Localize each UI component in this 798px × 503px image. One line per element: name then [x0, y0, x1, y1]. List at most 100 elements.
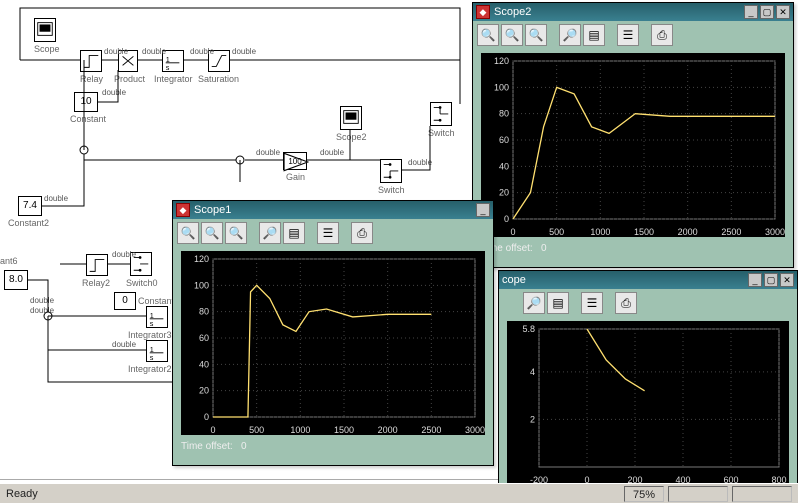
- relay-label: Relay: [80, 74, 103, 84]
- wire-label: double: [142, 47, 166, 56]
- zoom-x-icon[interactable]: 🔍: [501, 24, 523, 46]
- svg-text:3000: 3000: [465, 425, 485, 435]
- constant2-block[interactable]: 7.4: [18, 196, 42, 216]
- autoscale-icon[interactable]: 🔎: [259, 222, 281, 244]
- integrator2-block[interactable]: 1s: [146, 340, 168, 362]
- svg-text:120: 120: [194, 254, 209, 264]
- scope-toolbar: 🔎 ▤ ☰ ⎙: [499, 289, 797, 317]
- svg-text:2500: 2500: [421, 425, 441, 435]
- parameters-icon[interactable]: ▤: [547, 292, 569, 314]
- switch2-label: Switch: [378, 185, 405, 195]
- maximize-button[interactable]: ▢: [760, 5, 774, 19]
- scope-toolbar: 🔍 🔍 🔍 🔎 ▤ ☰ ⎙: [473, 21, 793, 49]
- settings-icon[interactable]: ☰: [617, 24, 639, 46]
- wire-label: double: [44, 194, 68, 203]
- settings-icon[interactable]: ☰: [581, 292, 603, 314]
- wire-label: double: [232, 47, 256, 56]
- titlebar[interactable]: ◆ Scope1 _: [173, 201, 493, 219]
- maximize-button[interactable]: ▢: [764, 273, 778, 287]
- svg-text:0: 0: [510, 227, 515, 237]
- wire-label: double: [408, 158, 432, 167]
- switch-block[interactable]: [430, 102, 452, 126]
- zoom-x-icon[interactable]: 🔍: [201, 222, 223, 244]
- scope-block[interactable]: [34, 18, 56, 42]
- svg-text:1000: 1000: [590, 227, 610, 237]
- parameters-icon[interactable]: ▤: [583, 24, 605, 46]
- title-text: cope: [502, 274, 526, 286]
- svg-text:1500: 1500: [634, 227, 654, 237]
- relay2-label: Relay2: [82, 278, 110, 288]
- minimize-button[interactable]: _: [476, 203, 490, 217]
- wire-label: double: [190, 47, 214, 56]
- minimize-button[interactable]: _: [744, 5, 758, 19]
- svg-text:500: 500: [549, 227, 564, 237]
- constant6-block[interactable]: 8.0: [4, 270, 28, 290]
- relay-block[interactable]: [80, 50, 102, 72]
- svg-text:0: 0: [204, 412, 209, 422]
- autoscale-icon[interactable]: 🔎: [523, 292, 545, 314]
- constant-block[interactable]: 10: [74, 92, 98, 112]
- time-offset-label: Time offset:: [181, 441, 233, 452]
- scope-toolbar: 🔍 🔍 🔍 🔎 ▤ ☰ ⎙: [173, 219, 493, 247]
- switch-label: Switch: [428, 128, 455, 138]
- integrator3-block[interactable]: 1s: [146, 306, 168, 328]
- close-button[interactable]: ✕: [780, 273, 794, 287]
- plot-area[interactable]: 050010001500200025003000020406080100120: [481, 53, 785, 237]
- title-text: Scope2: [494, 6, 531, 18]
- svg-text:s: s: [150, 353, 154, 361]
- zoom-icon[interactable]: 🔍: [177, 222, 199, 244]
- scope2-label: Scope2: [336, 132, 367, 142]
- gain-block[interactable]: 100: [283, 152, 307, 170]
- integrator3-label: Integrator3: [128, 330, 172, 340]
- zoom-y-icon[interactable]: 🔍: [225, 222, 247, 244]
- svg-text:2: 2: [530, 414, 535, 424]
- plot-area[interactable]: 050010001500200025003000020406080100120: [181, 251, 485, 435]
- zoom-y-icon[interactable]: 🔍: [525, 24, 547, 46]
- titlebar[interactable]: ◆ Scope2 _ ▢ ✕: [473, 3, 793, 21]
- svg-text:60: 60: [499, 135, 509, 145]
- titlebar[interactable]: cope _ ▢ ✕: [499, 271, 797, 289]
- svg-text:5.8: 5.8: [522, 324, 535, 334]
- wire-label: double: [320, 148, 344, 157]
- svg-text:3000: 3000: [765, 227, 785, 237]
- print-icon[interactable]: ⎙: [351, 222, 373, 244]
- switch0-label: Switch0: [126, 278, 158, 288]
- product-label: Product: [114, 74, 145, 84]
- print-icon[interactable]: ⎙: [615, 292, 637, 314]
- scope2-block[interactable]: [340, 106, 362, 130]
- svg-text:0: 0: [504, 214, 509, 224]
- status-text: Ready: [6, 488, 38, 500]
- svg-text:4: 4: [530, 367, 535, 377]
- print-icon[interactable]: ⎙: [651, 24, 673, 46]
- zoom-level: 75%: [624, 486, 664, 502]
- minimize-button[interactable]: _: [748, 273, 762, 287]
- time-offset-value: 0: [541, 243, 547, 254]
- plot-area[interactable]: -20002004006008005.842: [507, 321, 789, 485]
- autoscale-icon[interactable]: 🔎: [559, 24, 581, 46]
- parameters-icon[interactable]: ▤: [283, 222, 305, 244]
- zoom-icon[interactable]: 🔍: [477, 24, 499, 46]
- svg-text:40: 40: [499, 161, 509, 171]
- title-text: Scope1: [194, 204, 231, 216]
- status-bar: Ready 75%: [0, 483, 798, 503]
- relay2-block[interactable]: [86, 254, 108, 276]
- svg-text:80: 80: [199, 307, 209, 317]
- gain-value: 100: [288, 157, 301, 166]
- integrator2-label: Integrator2: [128, 364, 172, 374]
- constant6-label: ant6: [0, 256, 18, 266]
- switch2-block[interactable]: [380, 159, 402, 183]
- svg-text:100: 100: [494, 82, 509, 92]
- svg-text:1000: 1000: [290, 425, 310, 435]
- svg-text:2000: 2000: [678, 227, 698, 237]
- scope-window[interactable]: cope _ ▢ ✕ 🔎 ▤ ☰ ⎙ -20002004006008005.84…: [498, 270, 798, 500]
- constant2-label: Constant2: [8, 218, 49, 228]
- scope-label: Scope: [34, 44, 60, 54]
- close-button[interactable]: ✕: [776, 5, 790, 19]
- constant9-block[interactable]: 0: [114, 292, 136, 310]
- svg-text:20: 20: [499, 188, 509, 198]
- svg-text:1500: 1500: [334, 425, 354, 435]
- wire-label: double: [112, 250, 136, 259]
- settings-icon[interactable]: ☰: [317, 222, 339, 244]
- scope1-window[interactable]: ◆ Scope1 _ 🔍 🔍 🔍 🔎 ▤ ☰ ⎙ 050010001500200…: [172, 200, 494, 466]
- scope2-window[interactable]: ◆ Scope2 _ ▢ ✕ 🔍 🔍 🔍 🔎 ▤ ☰ ⎙ 05001000150…: [472, 2, 794, 268]
